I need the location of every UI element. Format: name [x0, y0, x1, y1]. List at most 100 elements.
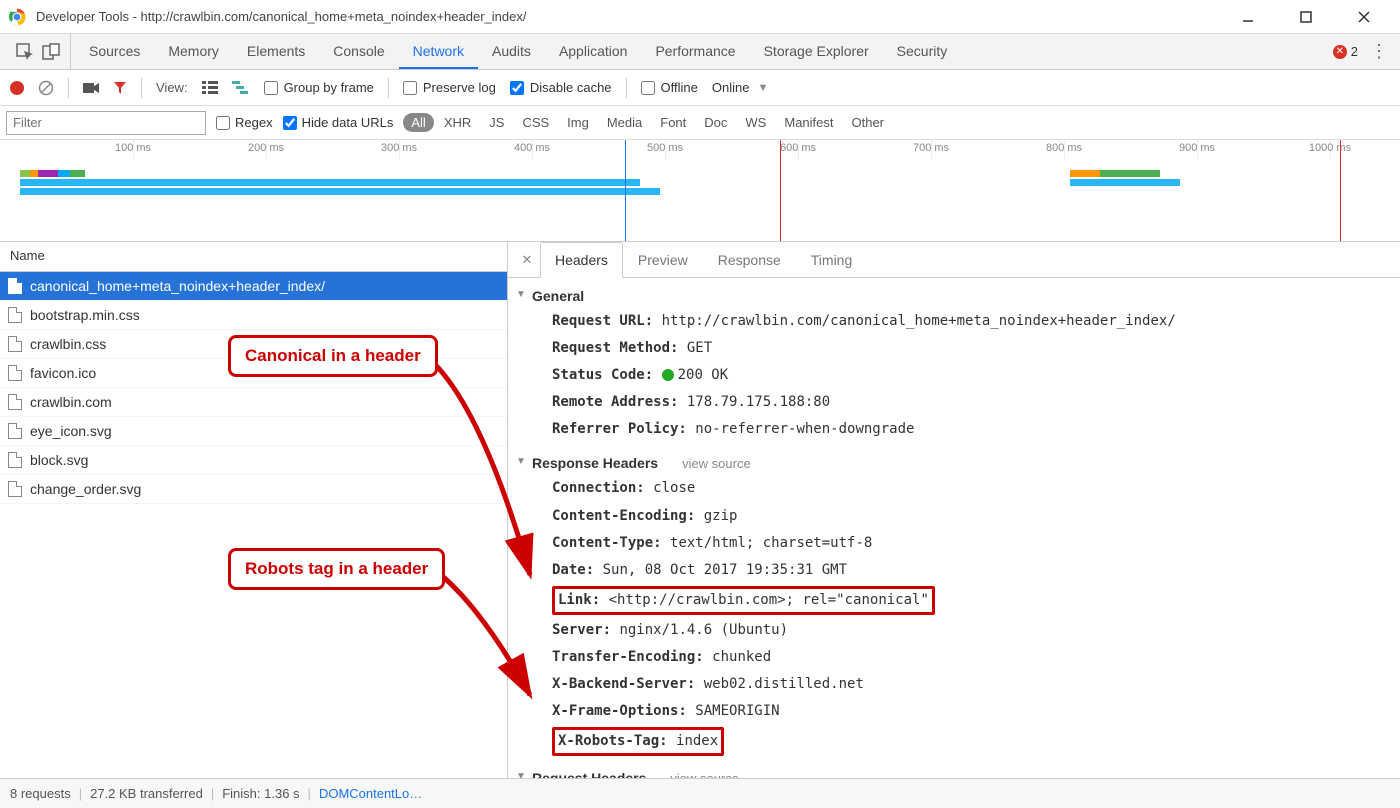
hide-data-urls-checkbox[interactable] — [283, 116, 297, 130]
tab-performance[interactable]: Performance — [641, 34, 749, 69]
status-finish: Finish: 1.36 s — [222, 786, 299, 801]
detail-tab-headers[interactable]: Headers — [540, 242, 623, 278]
file-icon — [8, 278, 22, 294]
requests-pane: Name canonical_home+meta_noindex+header_… — [0, 242, 508, 800]
filter-icon[interactable] — [113, 81, 127, 95]
file-icon — [8, 481, 22, 497]
response-headers-section[interactable]: Response Headersview source — [508, 451, 1400, 475]
annotation-robots: Robots tag in a header — [228, 548, 445, 590]
regex-checkbox[interactable] — [216, 116, 230, 130]
tab-application[interactable]: Application — [545, 34, 642, 69]
timeline-tick: 600 ms — [780, 142, 816, 154]
filter-type-doc[interactable]: Doc — [696, 113, 735, 132]
file-icon — [8, 365, 22, 381]
filter-type-font[interactable]: Font — [652, 113, 694, 132]
timeline-tick: 400 ms — [514, 142, 550, 154]
titlebar: Developer Tools - http://crawlbin.com/ca… — [0, 0, 1400, 34]
request-name: crawlbin.com — [30, 394, 112, 410]
group-by-frame-checkbox[interactable] — [264, 81, 278, 95]
minimize-button[interactable] — [1228, 3, 1268, 31]
response-header-row: X-Frame-Options: SAMEORIGIN — [508, 698, 1400, 725]
response-header-row: Content-Encoding: gzip — [508, 503, 1400, 530]
status-bar: 8 requests| 27.2 KB transferred| Finish:… — [0, 778, 1400, 808]
file-icon — [8, 307, 22, 323]
tab-security[interactable]: Security — [883, 34, 962, 69]
maximize-button[interactable] — [1286, 3, 1326, 31]
status-transferred: 27.2 KB transferred — [90, 786, 203, 801]
request-name: eye_icon.svg — [30, 423, 112, 439]
main-tabs: SourcesMemoryElementsConsoleNetworkAudit… — [0, 34, 1400, 70]
timeline-tick: 700 ms — [913, 142, 949, 154]
status-dot-icon — [662, 369, 674, 381]
status-requests: 8 requests — [10, 786, 71, 801]
filter-input[interactable] — [6, 111, 206, 135]
file-icon — [8, 452, 22, 468]
list-view-icon[interactable] — [202, 81, 218, 95]
tab-console[interactable]: Console — [319, 34, 398, 69]
device-toggle-icon[interactable] — [42, 43, 60, 61]
request-name: favicon.ico — [30, 365, 96, 381]
tab-storage-explorer[interactable]: Storage Explorer — [750, 34, 883, 69]
network-timeline[interactable]: 100 ms200 ms300 ms400 ms500 ms600 ms700 … — [0, 140, 1400, 242]
disable-cache-checkbox[interactable] — [510, 81, 524, 95]
request-row[interactable]: crawlbin.com — [0, 388, 507, 417]
detail-tab-response[interactable]: Response — [703, 242, 796, 277]
request-row[interactable]: block.svg — [0, 446, 507, 475]
error-badge[interactable]: ✕2 — [1333, 44, 1358, 59]
response-header-row: X-Backend-Server: web02.distilled.net — [508, 671, 1400, 698]
request-name: crawlbin.css — [30, 336, 106, 352]
general-section[interactable]: General — [508, 284, 1400, 308]
kebab-menu-icon[interactable]: ⋮ — [1370, 41, 1388, 62]
filter-type-xhr[interactable]: XHR — [436, 113, 479, 132]
tab-sources[interactable]: Sources — [75, 34, 154, 69]
tab-audits[interactable]: Audits — [478, 34, 545, 69]
detail-tab-timing[interactable]: Timing — [796, 242, 868, 277]
response-header-row: Link: <http://crawlbin.com>; rel="canoni… — [508, 584, 1400, 617]
tab-network[interactable]: Network — [399, 34, 478, 69]
request-name: block.svg — [30, 452, 88, 468]
tab-elements[interactable]: Elements — [233, 34, 319, 69]
filter-type-other[interactable]: Other — [844, 113, 893, 132]
camera-icon[interactable] — [83, 82, 99, 94]
request-row[interactable]: eye_icon.svg — [0, 417, 507, 446]
status-domcontent: DOMContentLo… — [319, 786, 422, 801]
timeline-tick: 1000 ms — [1309, 142, 1351, 154]
timeline-tick: 300 ms — [381, 142, 417, 154]
filter-type-ws[interactable]: WS — [737, 113, 774, 132]
chrome-icon — [8, 8, 26, 26]
record-button[interactable] — [10, 81, 24, 95]
timeline-tick: 800 ms — [1046, 142, 1082, 154]
filter-type-img[interactable]: Img — [559, 113, 597, 132]
response-header-row: Content-Type: text/html; charset=utf-8 — [508, 530, 1400, 557]
close-details-icon[interactable]: ✕ — [514, 242, 540, 277]
detail-tab-preview[interactable]: Preview — [623, 242, 703, 277]
filter-type-css[interactable]: CSS — [514, 113, 557, 132]
request-row[interactable]: canonical_home+meta_noindex+header_index… — [0, 272, 507, 301]
filter-type-media[interactable]: Media — [599, 113, 650, 132]
timeline-tick: 200 ms — [248, 142, 284, 154]
response-header-row: Transfer-Encoding: chunked — [508, 644, 1400, 671]
response-header-row: X-Robots-Tag: index — [508, 725, 1400, 758]
clear-icon[interactable] — [38, 80, 54, 96]
preserve-log-checkbox[interactable] — [403, 81, 417, 95]
request-name: change_order.svg — [30, 481, 141, 497]
waterfall-view-icon[interactable] — [232, 81, 250, 95]
request-name: canonical_home+meta_noindex+header_index… — [30, 278, 325, 294]
response-header-row: Date: Sun, 08 Oct 2017 19:35:31 GMT — [508, 557, 1400, 584]
offline-checkbox[interactable] — [641, 81, 655, 95]
response-header-row: Connection: close — [508, 475, 1400, 502]
name-column-header[interactable]: Name — [0, 242, 507, 272]
inspect-icon[interactable] — [16, 43, 34, 61]
filter-toolbar: Regex Hide data URLs AllXHRJSCSSImgMedia… — [0, 106, 1400, 140]
filter-type-js[interactable]: JS — [481, 113, 512, 132]
tab-memory[interactable]: Memory — [154, 34, 233, 69]
timeline-tick: 900 ms — [1179, 142, 1215, 154]
throttle-select[interactable]: Online▼ — [712, 80, 768, 95]
filter-type-all[interactable]: All — [403, 113, 433, 132]
view-source-link[interactable]: view source — [682, 456, 751, 471]
view-label: View: — [156, 80, 188, 95]
request-row[interactable]: bootstrap.min.css — [0, 301, 507, 330]
close-button[interactable] — [1344, 3, 1384, 31]
filter-type-manifest[interactable]: Manifest — [776, 113, 841, 132]
request-row[interactable]: change_order.svg — [0, 475, 507, 504]
